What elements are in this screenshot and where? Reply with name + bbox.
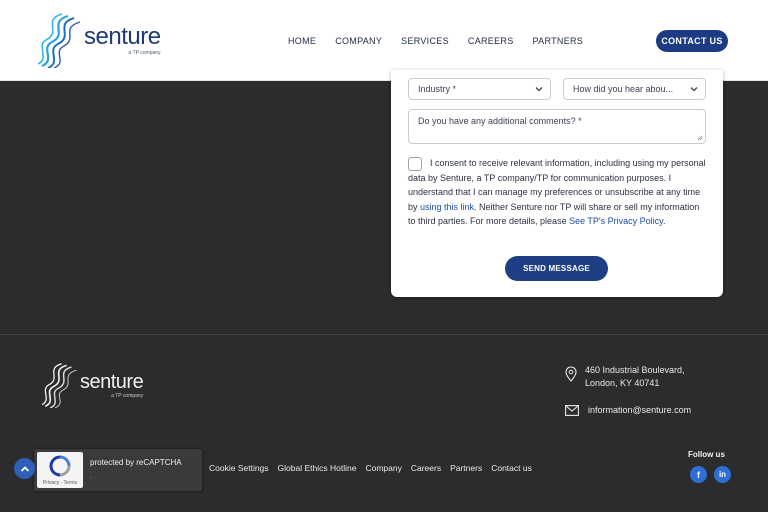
email-row[interactable]: information@senture.com (565, 404, 735, 417)
logo-wordmark: senture (84, 22, 161, 50)
chevron-down-icon (535, 87, 543, 92)
address-line-1: 460 Industrial Boulevard, (585, 365, 685, 375)
nav-careers[interactable]: CAREERS (468, 36, 514, 46)
nav-partners[interactable]: PARTNERS (533, 36, 584, 46)
site-header: senture a TP company HOME COMPANY SERVIC… (0, 0, 768, 81)
linkedin-icon[interactable]: in (714, 466, 731, 483)
footer-link-contact[interactable]: Contact us (491, 463, 532, 473)
footer-links: Cookie Settings Global Ethics Hotline Co… (209, 463, 541, 473)
manage-preferences-link[interactable]: using this link (420, 202, 474, 212)
source-select[interactable]: How did you hear abou... (563, 78, 706, 100)
comments-textarea[interactable]: Do you have any additional comments? * (408, 109, 706, 144)
address-line-2: London, KY 40741 (585, 378, 660, 388)
footer-link-partners[interactable]: Partners (450, 463, 482, 473)
contact-form-card: Industry * How did you hear abou... Do y… (391, 70, 723, 297)
email-link[interactable]: information@senture.com (588, 404, 691, 417)
send-message-button[interactable]: SEND MESSAGE (505, 256, 608, 281)
privacy-policy-link[interactable]: See TP's Privacy Policy (569, 216, 663, 226)
comments-placeholder: Do you have any additional comments? * (418, 116, 582, 126)
contact-us-button[interactable]: CONTACT US (656, 30, 728, 52)
source-select-value: How did you hear abou... (573, 84, 674, 94)
address-row: 460 Industrial Boulevard, London, KY 407… (565, 364, 735, 390)
location-pin-icon (565, 366, 577, 382)
consent-text: I consent to receive relevant informatio… (408, 158, 706, 226)
senture-logo[interactable]: senture a TP company (38, 12, 168, 68)
footer-divider (0, 334, 768, 335)
nav-services[interactable]: SERVICES (401, 36, 449, 46)
recaptcha-label: protected by reCAPTCHA (90, 458, 182, 467)
recaptcha-dot: . (90, 473, 92, 480)
footer-contact-info: 460 Industrial Boulevard, London, KY 407… (565, 364, 735, 417)
nav-home[interactable]: HOME (288, 36, 316, 46)
nav-company[interactable]: COMPANY (335, 36, 382, 46)
industry-select[interactable]: Industry * (408, 78, 551, 100)
resize-handle-icon[interactable] (697, 135, 703, 141)
recaptcha-logo-box: Privacy - Terms (37, 452, 83, 488)
chevron-down-icon (690, 87, 698, 92)
consent-checkbox[interactable] (408, 157, 422, 171)
mail-icon (565, 405, 579, 416)
follow-us-label: Follow us (688, 450, 725, 459)
industry-select-value: Industry * (418, 84, 457, 94)
senture-swirl-icon (38, 13, 81, 68)
logo-tagline: a TP company (128, 49, 161, 56)
footer-link-careers[interactable]: Careers (411, 463, 441, 473)
senture-swirl-icon (42, 363, 77, 408)
recaptcha-badge[interactable]: Privacy - Terms protected by reCAPTCHA . (34, 449, 202, 491)
footer-link-ethics-hotline[interactable]: Global Ethics Hotline (278, 463, 357, 473)
recaptcha-icon (49, 455, 71, 477)
footer-logo-tagline: a TP company (111, 392, 144, 399)
footer-senture-logo[interactable]: senture a TP company (42, 362, 152, 408)
footer-link-cookie-settings[interactable]: Cookie Settings (209, 463, 269, 473)
main-nav: HOME COMPANY SERVICES CAREERS PARTNERS (288, 36, 602, 46)
scroll-to-top-button[interactable] (14, 458, 35, 479)
footer-logo-wordmark: senture (80, 370, 144, 393)
recaptcha-privacy-terms[interactable]: Privacy - Terms (37, 480, 83, 486)
footer-link-company[interactable]: Company (365, 463, 401, 473)
chevron-up-icon (20, 465, 29, 472)
facebook-icon[interactable]: f (690, 466, 707, 483)
